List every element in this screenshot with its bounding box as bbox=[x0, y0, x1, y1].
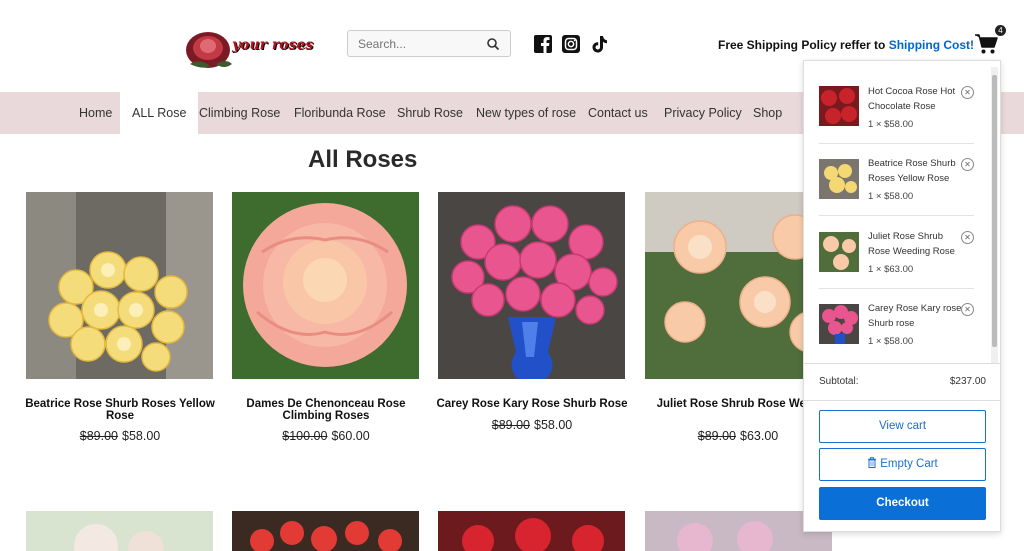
remove-item-icon[interactable]: ✕ bbox=[961, 86, 974, 99]
tiktok-icon[interactable] bbox=[589, 34, 609, 54]
subtotal-label: Subtotal: bbox=[819, 376, 859, 387]
shipping-text: Free Shipping Policy reffer to bbox=[718, 38, 886, 52]
mini-cart-panel: Hot Cocoa Rose Hot Chocolate Rose 1 × $5… bbox=[803, 60, 1001, 532]
search-box[interactable] bbox=[347, 30, 511, 57]
logo-text: your roses bbox=[232, 37, 314, 53]
cart-scrollbar[interactable] bbox=[991, 67, 998, 363]
cart-item-thumbnail[interactable] bbox=[819, 232, 859, 272]
product-price: $100.00 $60.00 bbox=[226, 429, 426, 443]
view-cart-label: View cart bbox=[878, 420, 927, 432]
remove-item-icon[interactable]: ✕ bbox=[961, 158, 974, 171]
nav-all-rose[interactable]: ALL Rose bbox=[120, 92, 199, 134]
divider bbox=[819, 288, 974, 289]
cart-item-thumbnail[interactable] bbox=[819, 159, 859, 199]
page-title: All Roses bbox=[308, 146, 418, 173]
product-image[interactable] bbox=[26, 511, 213, 551]
old-price: $89.00 bbox=[491, 418, 530, 432]
cart-item-quantity: 1 × $58.00 bbox=[868, 191, 914, 202]
cart-icon[interactable] bbox=[974, 33, 998, 55]
checkout-button[interactable]: Checkout bbox=[819, 487, 986, 520]
product-price: $89.00 $58.00 bbox=[432, 418, 632, 432]
subtotal-value: $237.00 bbox=[949, 376, 986, 387]
nav-shrub-rose[interactable]: Shrub Rose bbox=[397, 92, 463, 134]
product-name[interactable]: Dames De Chenonceau Rose Climbing Roses bbox=[226, 398, 426, 422]
rose-logo-icon bbox=[186, 32, 232, 68]
checkout-label: Checkout bbox=[876, 497, 929, 509]
cart-item-name[interactable]: Carey Rose Kary rose Shurb rose bbox=[868, 301, 963, 331]
sale-price: $63.00 bbox=[740, 429, 779, 443]
shipping-cost-link[interactable]: Shipping Cost! bbox=[889, 38, 974, 52]
nav-home[interactable]: Home bbox=[79, 92, 112, 134]
nav-floribunda-rose[interactable]: Floribunda Rose bbox=[294, 92, 386, 134]
shipping-policy-note: Free Shipping Policy reffer to Shipping … bbox=[718, 38, 974, 52]
sale-price: $58.00 bbox=[122, 429, 161, 443]
cart-item-quantity: 1 × $58.00 bbox=[868, 336, 914, 347]
product-price: $89.00 $58.00 bbox=[20, 429, 220, 443]
trash-icon bbox=[868, 457, 877, 468]
search-input[interactable] bbox=[348, 31, 483, 56]
old-price: $89.00 bbox=[697, 429, 736, 443]
subtotal-row: Subtotal: $237.00 bbox=[804, 363, 1000, 401]
divider bbox=[819, 215, 974, 216]
empty-cart-button[interactable]: Empty Cart bbox=[819, 448, 986, 481]
product-image[interactable] bbox=[438, 192, 625, 379]
nav-shop[interactable]: Shop bbox=[753, 92, 782, 134]
sale-price: $60.00 bbox=[331, 429, 370, 443]
product-name[interactable]: Beatrice Rose Shurb Roses Yellow Rose bbox=[20, 398, 220, 422]
old-price: $89.00 bbox=[79, 429, 118, 443]
product-image[interactable] bbox=[26, 192, 213, 379]
search-icon[interactable] bbox=[486, 37, 500, 51]
cart-item-quantity: 1 × $63.00 bbox=[868, 264, 914, 275]
cart-item-name[interactable]: Hot Cocoa Rose Hot Chocolate Rose bbox=[868, 84, 963, 114]
remove-item-icon[interactable]: ✕ bbox=[961, 231, 974, 244]
nav-contact[interactable]: Contact us bbox=[588, 92, 648, 134]
scrollbar-thumb[interactable] bbox=[992, 75, 997, 347]
product-image[interactable] bbox=[438, 511, 625, 551]
cart-item-thumbnail[interactable] bbox=[819, 86, 859, 126]
product-image[interactable] bbox=[232, 192, 419, 379]
cart-count-badge: 4 bbox=[994, 24, 1007, 37]
facebook-icon[interactable] bbox=[533, 34, 553, 54]
sale-price: $58.00 bbox=[534, 418, 573, 432]
cart-item-thumbnail[interactable] bbox=[819, 304, 859, 344]
nav-privacy[interactable]: Privacy Policy bbox=[664, 92, 742, 134]
product-image[interactable] bbox=[232, 511, 419, 551]
nav-new-types[interactable]: New types of rose bbox=[476, 92, 576, 134]
empty-cart-label: Empty Cart bbox=[880, 458, 938, 470]
remove-item-icon[interactable]: ✕ bbox=[961, 303, 974, 316]
cart-item-name[interactable]: Juliet Rose Shrub Rose Weeding Rose bbox=[868, 229, 963, 259]
nav-climbing-rose[interactable]: Climbing Rose bbox=[199, 92, 280, 134]
old-price: $100.00 bbox=[282, 429, 328, 443]
product-name[interactable]: Carey Rose Kary Rose Shurb Rose bbox=[432, 398, 632, 410]
view-cart-button[interactable]: View cart bbox=[819, 410, 986, 443]
cart-item-name[interactable]: Beatrice Rose Shurb Roses Yellow Rose bbox=[868, 156, 963, 186]
cart-item-quantity: 1 × $58.00 bbox=[868, 119, 914, 130]
divider bbox=[819, 143, 974, 144]
instagram-icon[interactable] bbox=[561, 34, 581, 54]
